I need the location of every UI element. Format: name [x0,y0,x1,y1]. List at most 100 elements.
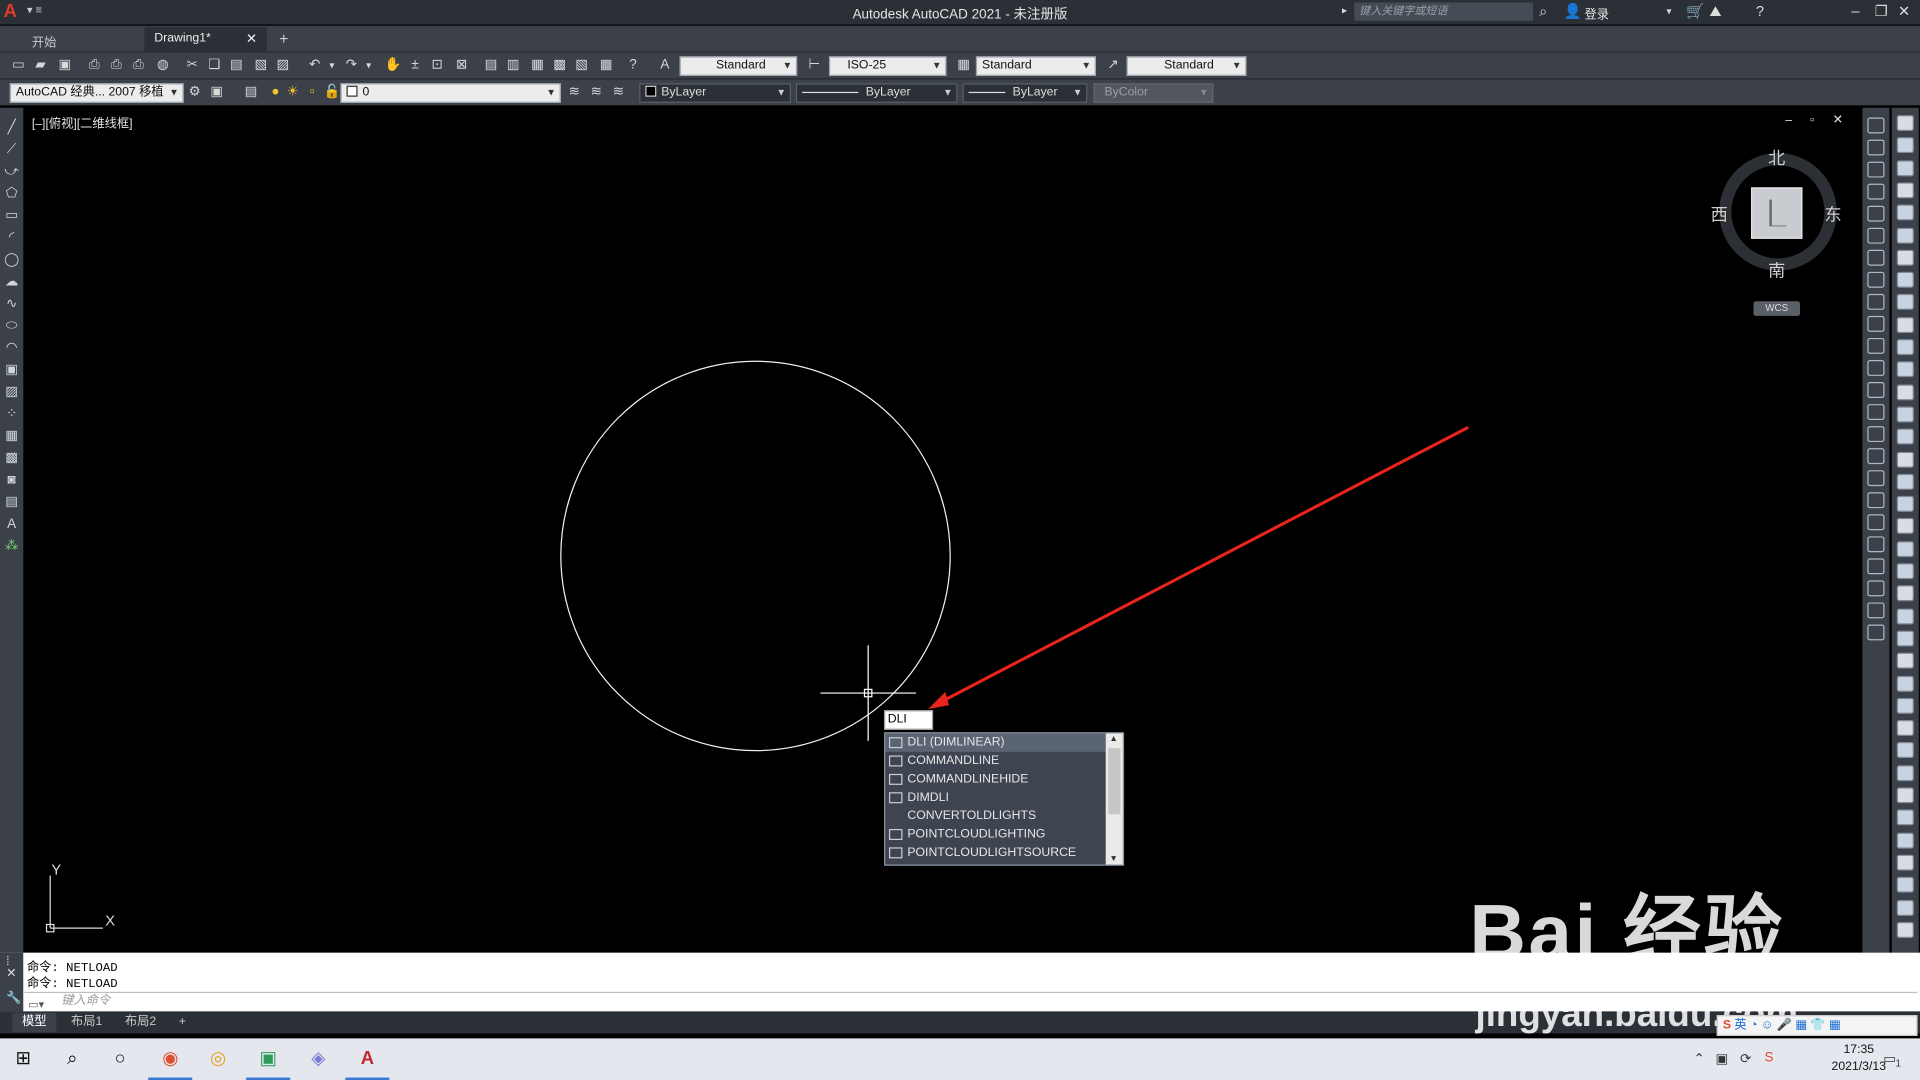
construction-line-icon[interactable]: ⟋ [4,142,20,158]
arc-icon[interactable]: ◜ [4,230,20,246]
viewcube[interactable]: 北 南 东 西 [1711,146,1842,293]
palette-tool-icon[interactable] [1896,652,1914,669]
draw-order-front-icon[interactable] [1867,514,1885,531]
layer-viewport-freeze-icon[interactable]: ▫ [304,84,321,100]
undo-dropdown-icon[interactable]: ▾ [323,58,340,74]
chamfer-icon[interactable] [1867,426,1885,443]
help-icon[interactable]: ? [1756,2,1764,19]
palette-tool-icon[interactable] [1896,720,1914,737]
ime-language-toggle[interactable]: 英 [1734,1019,1746,1032]
notification-center-icon[interactable]: ▭ [1883,1051,1896,1067]
hatch-icon[interactable]: ▦ [4,429,20,445]
palette-tool-icon[interactable] [1896,899,1914,916]
layer-freeze-icon[interactable]: ☀ [284,84,301,100]
pan-icon[interactable]: ✋ [384,58,402,74]
palette-tool-icon[interactable] [1896,473,1914,490]
3d-print-icon[interactable]: ◍ [154,58,171,74]
layer-properties-icon[interactable]: ▤ [242,84,259,100]
move-icon[interactable] [1867,227,1885,244]
make-block-icon[interactable]: ▨ [4,384,20,400]
autocomplete-item[interactable]: COMMANDLINE [885,752,1105,770]
fillet-icon[interactable] [1867,448,1885,465]
new-file-icon[interactable]: ▭ [10,58,27,74]
compass-east[interactable]: 东 [1824,202,1841,226]
a360-icon[interactable]: ⛰ [1709,2,1721,20]
command-line-grip[interactable]: ⁞ ✕ 🔧 [0,952,24,1012]
table-style-icon[interactable]: ▦ [955,58,972,74]
mtext-icon[interactable]: A [4,517,20,533]
palette-tool-icon[interactable] [1896,608,1914,624]
copy-icon[interactable]: ❏ [206,58,223,74]
layer-select[interactable]: 0 ▼ [340,83,561,103]
properties-icon[interactable]: ▤ [482,58,499,74]
break-icon[interactable] [1867,382,1885,398]
system-clock[interactable]: 17:35 2021/3/13 [1829,1042,1888,1076]
user-icon[interactable]: 👤 [1564,2,1582,19]
palette-tool-icon[interactable] [1896,809,1914,826]
redo-dropdown-icon[interactable]: ▾ [360,58,377,74]
block-editor-icon[interactable]: ▨ [274,58,291,74]
ellipse-arc-icon[interactable]: ◠ [4,340,20,356]
palette-tool-icon[interactable] [1896,294,1914,311]
tab-model[interactable]: 模型 [12,1012,57,1033]
clean-screen-icon[interactable]: ▣ [208,84,225,100]
close-button[interactable]: ✕ [1898,2,1910,19]
gradient-icon[interactable]: ▩ [4,451,20,467]
open-file-icon[interactable]: ▰ [32,58,49,74]
help-toolbar-icon[interactable]: ? [624,58,641,74]
point-icon[interactable]: ⁘ [4,407,20,423]
palette-tool-icon[interactable] [1896,563,1914,580]
draw-order-back-icon[interactable] [1867,536,1885,553]
task-view-icon[interactable]: ○ [107,1047,134,1071]
join-icon[interactable] [1867,404,1885,421]
ellipse-icon[interactable]: ⬭ [4,318,20,334]
login-button[interactable]: 登录 [1584,4,1608,22]
minimize-button[interactable]: – [1851,2,1859,19]
extend-icon[interactable] [1867,337,1885,354]
markup-icon[interactable]: ▧ [573,58,590,74]
array-icon[interactable] [1867,205,1885,222]
palette-tool-icon[interactable] [1896,675,1914,692]
palette-tool-icon[interactable] [1896,764,1914,781]
save-icon[interactable]: ▣ [56,58,73,74]
customize-icon[interactable]: 🔧 [6,992,21,1005]
publish-icon[interactable]: ⎙ [130,58,147,74]
layer-lock-icon[interactable]: 🔓 [323,84,340,100]
scroll-down-icon[interactable]: ▼ [1109,855,1117,864]
autocomplete-scrollbar[interactable]: ▲ ▼ [1105,733,1123,865]
ime-tools-icon[interactable]: ◔ ☺ 🎤 ▦ 👕 ▦ [1750,1019,1841,1032]
scale-icon[interactable] [1867,271,1885,288]
plot-icon[interactable]: ⎙ [86,58,103,74]
palette-tool-icon[interactable] [1896,115,1914,132]
palette-tool-icon[interactable] [1896,518,1914,535]
wcs-menu[interactable]: WCS [1753,301,1801,316]
palette-tool-icon[interactable] [1896,585,1914,602]
autocomplete-item[interactable]: COMMANDLINEHIDE [885,770,1105,788]
dynamic-command-input[interactable]: DLI [884,710,934,730]
redo-icon[interactable]: ↷ [343,58,360,74]
linetype-select[interactable]: ByLayer ▼ [795,83,958,103]
autocomplete-item[interactable]: DLI (DIMLINEAR) [885,733,1106,752]
text-style-icon[interactable]: A [656,58,673,74]
cut-icon[interactable]: ✂ [184,58,201,74]
autocomplete-item[interactable]: POINTCLOUDLIGHTSOURCE [885,844,1105,862]
annotation-front-icon[interactable] [1867,624,1885,641]
search-input[interactable]: 键入关键字或短语 [1354,2,1534,21]
circle-icon[interactable]: ◯ [4,252,20,268]
windows-start-icon[interactable]: ⊞ [10,1047,37,1071]
palette-tool-icon[interactable] [1896,159,1914,176]
cart-icon[interactable]: 🛒 [1686,2,1704,19]
autocomplete-item[interactable]: POINTCLOUDLIGHTING [885,825,1105,843]
insert-block-icon[interactable]: ▣ [4,362,20,378]
trim-icon[interactable] [1867,315,1885,332]
break-at-point-icon[interactable] [1867,360,1885,376]
workspace-select[interactable]: AutoCAD 经典... 2007 移植 ▼ [9,83,184,103]
search-icon[interactable]: ⌕ [1539,2,1547,20]
chrome-icon[interactable]: ◉ [157,1047,184,1071]
autocomplete-item[interactable]: CONVERTOLDLIGHTS [885,807,1105,825]
compass-west[interactable]: 西 [1711,202,1728,226]
plot-preview-icon[interactable]: ⎙ [108,58,125,74]
palette-tool-icon[interactable] [1896,630,1914,647]
stretch-icon[interactable] [1867,293,1885,310]
drawing-canvas[interactable]: [–][俯视][二维线框] – ▫ ✕ 北 南 东 西 WCS DLI DLI … [26,108,1861,952]
